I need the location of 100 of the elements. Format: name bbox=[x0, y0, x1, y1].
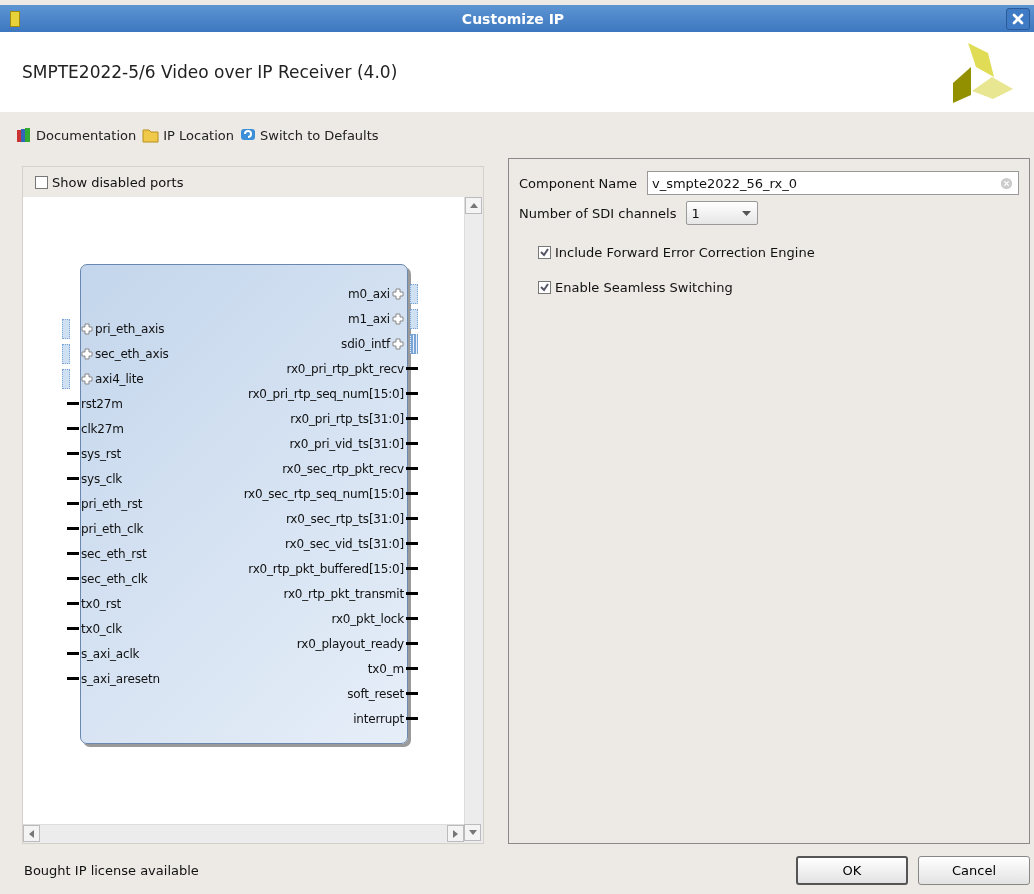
port-label: pri_eth_axis bbox=[95, 321, 165, 336]
port-label: sec_eth_clk bbox=[81, 571, 148, 586]
port-pin bbox=[67, 477, 79, 480]
checkbox-label: Include Forward Error Correction Engine bbox=[555, 245, 815, 260]
down-arrow-icon bbox=[468, 830, 477, 835]
scroll-left-button[interactable] bbox=[23, 825, 40, 842]
port-pin bbox=[67, 552, 79, 555]
port-label: soft_reset bbox=[347, 686, 404, 701]
port-label: pri_eth_clk bbox=[81, 521, 144, 536]
close-button[interactable] bbox=[1006, 7, 1030, 30]
port-pin bbox=[406, 417, 418, 420]
port-pin bbox=[67, 677, 79, 680]
plus-icon bbox=[81, 347, 93, 360]
port-label: interrupt bbox=[353, 711, 404, 726]
port-pin bbox=[406, 517, 418, 520]
port-pin bbox=[67, 452, 79, 455]
bus-port-icon bbox=[410, 333, 418, 354]
port-label: tx0_clk bbox=[81, 621, 122, 636]
port-label: m1_axi bbox=[348, 311, 390, 326]
caret-icon bbox=[742, 210, 752, 216]
port-label: sys_rst bbox=[81, 446, 122, 461]
port-pin bbox=[67, 602, 79, 605]
port-label: rx0_sec_vid_ts[31:0] bbox=[285, 536, 404, 551]
port-label: s_axi_aclk bbox=[81, 646, 140, 661]
port-label: rx0_playout_ready bbox=[296, 636, 404, 651]
port-pin bbox=[67, 577, 79, 580]
port-pin bbox=[406, 717, 418, 720]
port-pin bbox=[67, 652, 79, 655]
port-label: rx0_rtp_pkt_transmit bbox=[283, 586, 404, 601]
sdi-channels-dropdown[interactable]: 1 bbox=[686, 201, 759, 225]
port-label: rx0_pri_vid_ts[31:0] bbox=[289, 436, 404, 451]
port-label: sec_eth_axis bbox=[95, 346, 169, 361]
port-pin bbox=[406, 367, 418, 370]
plus-icon bbox=[81, 322, 93, 335]
port-pin bbox=[406, 467, 418, 470]
plus-icon bbox=[392, 337, 404, 350]
folder-icon bbox=[142, 127, 160, 143]
up-arrow-icon bbox=[469, 203, 478, 208]
port-label: rx0_sec_rtp_seq_num[15:0] bbox=[243, 486, 404, 501]
port-pin bbox=[406, 642, 418, 645]
checkbox[interactable] bbox=[35, 175, 48, 189]
right-arrow-icon bbox=[453, 829, 458, 838]
field-label: Component Name bbox=[519, 175, 637, 191]
port-pin bbox=[406, 667, 418, 670]
refresh-icon bbox=[240, 127, 256, 143]
port-pin bbox=[406, 692, 418, 695]
dialog-button[interactable]: Cancel bbox=[918, 856, 1030, 885]
scroll-down-button[interactable] bbox=[464, 824, 481, 841]
bus-port-icon bbox=[62, 368, 70, 389]
port-label: sdi0_intf bbox=[341, 336, 390, 351]
bus-port-icon bbox=[410, 283, 418, 304]
left-arrow-icon bbox=[29, 829, 34, 838]
scroll-right-button[interactable] bbox=[447, 825, 464, 842]
port-label: rx0_sec_rtp_ts[31:0] bbox=[285, 511, 404, 526]
checkbox[interactable] bbox=[538, 246, 551, 259]
scroll-up-button[interactable] bbox=[465, 197, 482, 214]
port-label: rst27m bbox=[81, 396, 123, 411]
books-icon bbox=[16, 127, 32, 143]
port-label: tx0_rst bbox=[81, 596, 121, 611]
port-pin bbox=[67, 627, 79, 630]
port-label: rx0_pri_rtp_pkt_recv bbox=[286, 361, 404, 376]
toolbar-link[interactable]: IP Location bbox=[142, 127, 234, 143]
field-label: Number of SDI channels bbox=[519, 205, 677, 221]
port-label: pri_eth_rst bbox=[81, 496, 143, 511]
port-label: sys_clk bbox=[81, 471, 123, 486]
app-icon bbox=[10, 10, 20, 27]
port-pin bbox=[406, 392, 418, 395]
port-pin bbox=[406, 592, 418, 595]
bus-port-icon bbox=[410, 308, 418, 329]
port-pin bbox=[67, 402, 79, 405]
bus-port-icon bbox=[62, 318, 70, 339]
port-label: axi4_lite bbox=[95, 371, 144, 386]
port-pin bbox=[406, 492, 418, 495]
logo-icon bbox=[952, 41, 1014, 103]
checkbox[interactable] bbox=[538, 281, 551, 294]
port-pin bbox=[67, 502, 79, 505]
port-label: tx0_m bbox=[367, 661, 404, 676]
toolbar-link[interactable]: Switch to Defaults bbox=[240, 127, 379, 143]
port-label: rx0_rtp_pkt_buffered[15:0] bbox=[248, 561, 404, 576]
plus-icon bbox=[392, 312, 404, 325]
port-pin bbox=[67, 527, 79, 530]
toolbar-link[interactable]: Documentation bbox=[16, 127, 137, 143]
port-pin bbox=[406, 542, 418, 545]
port-pin bbox=[406, 617, 418, 620]
port-pin bbox=[406, 442, 418, 445]
checkbox-label: Enable Seamless Switching bbox=[555, 280, 733, 295]
port-label: rx0_pri_rtp_ts[31:0] bbox=[290, 411, 404, 426]
license-status: Bought IP license available bbox=[24, 863, 199, 878]
bus-port-icon bbox=[62, 343, 70, 364]
port-label: clk27m bbox=[81, 421, 124, 436]
window-title: Customize IP bbox=[460, 10, 566, 27]
port-label: rx0_pri_rtp_seq_num[15:0] bbox=[248, 386, 404, 401]
checkbox-label: Show disabled ports bbox=[52, 174, 184, 190]
port-label: m0_axi bbox=[348, 286, 390, 301]
plus-icon bbox=[392, 287, 404, 300]
component-name-field[interactable]: v_smpte2022_56_rx_0 bbox=[646, 171, 1019, 195]
port-label: rx0_sec_rtp_pkt_recv bbox=[282, 461, 404, 476]
dialog-button[interactable]: OK bbox=[796, 856, 908, 885]
port-pin bbox=[406, 567, 418, 570]
port-pin bbox=[67, 427, 79, 430]
